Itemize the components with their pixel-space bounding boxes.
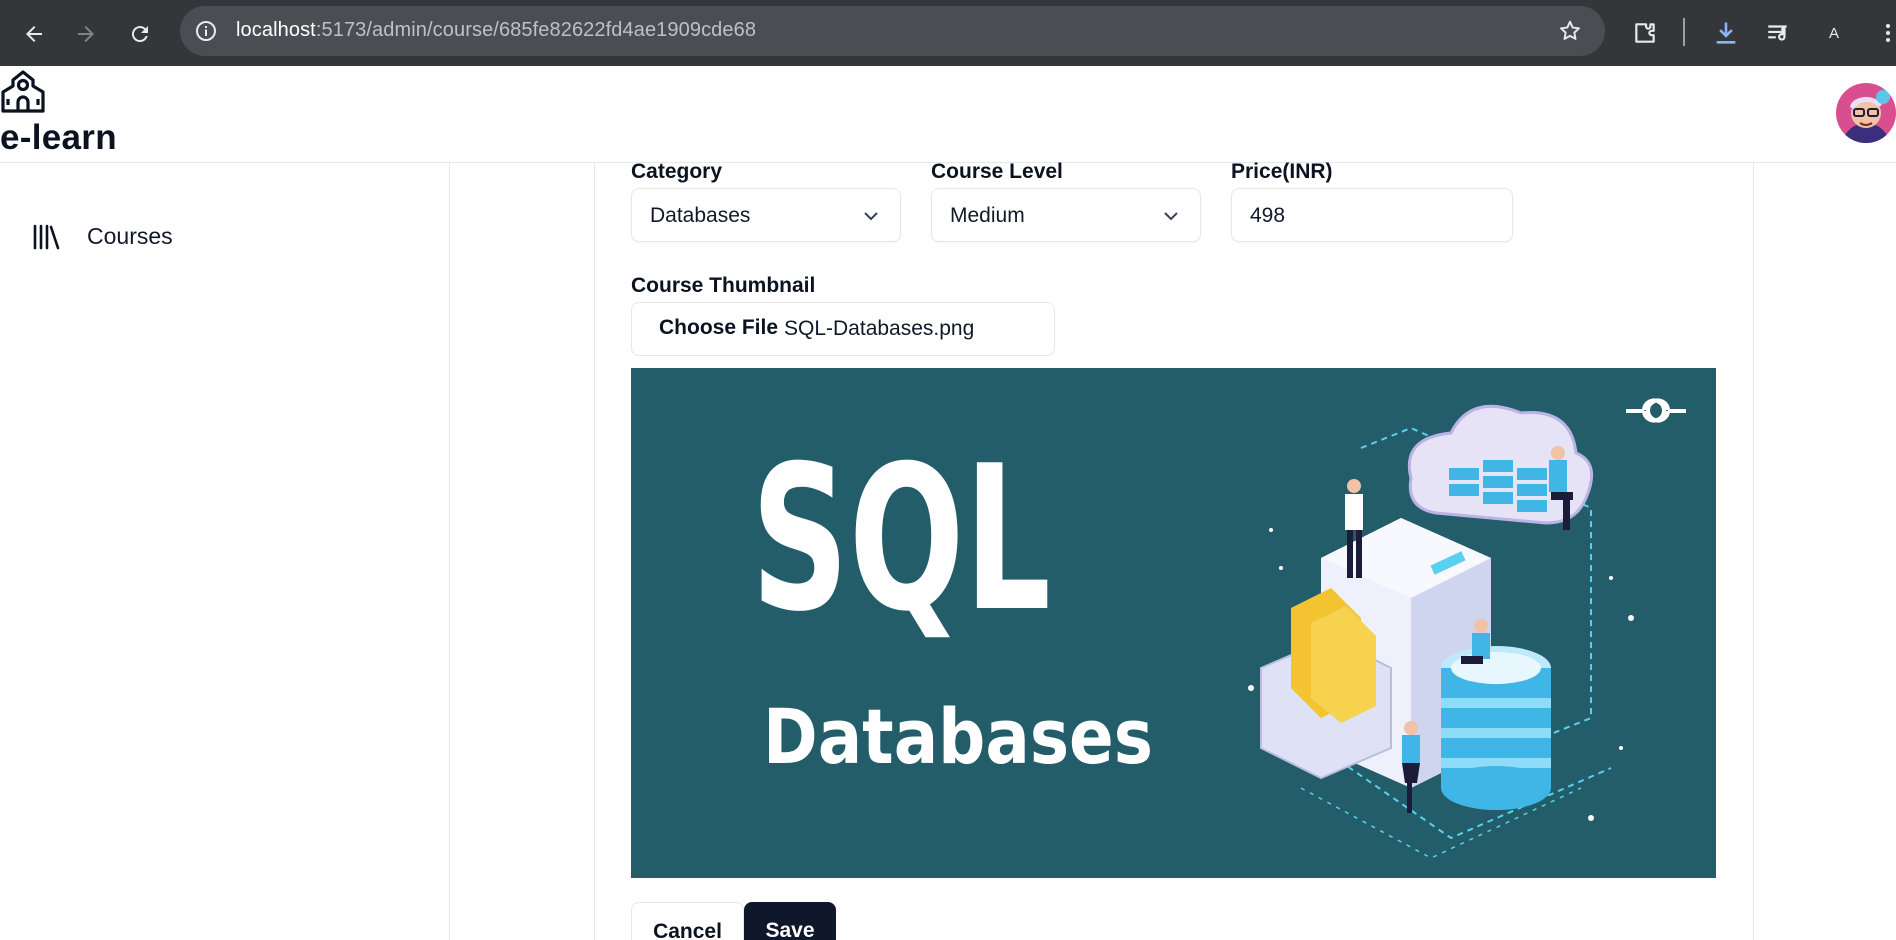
sidebar-item-label: Courses	[87, 223, 173, 249]
database-illustration	[1248, 404, 1634, 859]
sidebar: Courses	[0, 163, 450, 940]
media-control-icon[interactable]	[1762, 17, 1794, 49]
school-icon	[1, 70, 45, 113]
category-label: Category	[631, 160, 723, 183]
course-level-value: Medium	[950, 204, 1025, 227]
choose-file-button[interactable]: Choose File	[659, 316, 778, 340]
app-header: e-learn	[0, 66, 1896, 163]
back-arrow-icon[interactable]	[16, 16, 52, 52]
url-host: localhost	[236, 19, 316, 41]
main-content: Category Databases Course Level Medium P…	[451, 160, 1896, 940]
toolbar-separator	[1683, 18, 1685, 46]
selected-file-name: SQL-Databases.png	[784, 317, 975, 340]
address-bar[interactable]: localhost:5173/admin/course/685fe82622fd…	[180, 6, 1605, 56]
chevron-down-icon	[1164, 212, 1178, 221]
cancel-button[interactable]: Cancel	[631, 902, 744, 940]
url-text[interactable]: localhost:5173/admin/course/685fe82622fd…	[236, 19, 756, 42]
course-thumbnail-label: Course Thumbnail	[631, 274, 816, 297]
forward-arrow-icon[interactable]	[68, 16, 104, 52]
site-info-icon[interactable]	[194, 19, 218, 43]
category-select[interactable]: Databases	[631, 188, 901, 242]
brand-name[interactable]: e-learn	[0, 118, 117, 158]
bookmark-star-icon[interactable]	[1557, 18, 1583, 44]
profile-button[interactable]: A	[1818, 17, 1850, 49]
gfg-logo	[1626, 398, 1686, 423]
course-level-select[interactable]: Medium	[931, 188, 1201, 242]
save-button[interactable]: Save	[744, 902, 836, 940]
price-input[interactable]: 498	[1231, 188, 1513, 242]
browser-toolbar: localhost:5173/admin/course/685fe82622fd…	[0, 0, 1896, 66]
thumbnail-preview: SQL Databases	[631, 368, 1716, 878]
download-icon[interactable]	[1710, 17, 1742, 49]
thumbnail-file-input[interactable]: Choose File SQL-Databases.png	[631, 302, 1055, 356]
user-avatar[interactable]	[1836, 83, 1896, 143]
chevron-down-icon	[864, 212, 878, 221]
category-value: Databases	[650, 204, 751, 227]
url-path: :5173/admin/course/685fe82622fd4ae1909cd…	[315, 19, 757, 41]
course-level-label: Course Level	[931, 160, 1063, 183]
library-icon	[33, 224, 60, 250]
thumbnail-subtitle: Databases	[763, 692, 1153, 781]
menu-dots-icon[interactable]	[1872, 17, 1896, 49]
extensions-icon[interactable]	[1629, 17, 1661, 49]
reload-icon[interactable]	[122, 16, 158, 52]
sidebar-item-courses[interactable]: Courses	[0, 212, 449, 260]
price-value: 498	[1250, 204, 1286, 227]
price-label: Price(INR)	[1231, 160, 1333, 183]
thumbnail-title: SQL	[751, 423, 1051, 656]
